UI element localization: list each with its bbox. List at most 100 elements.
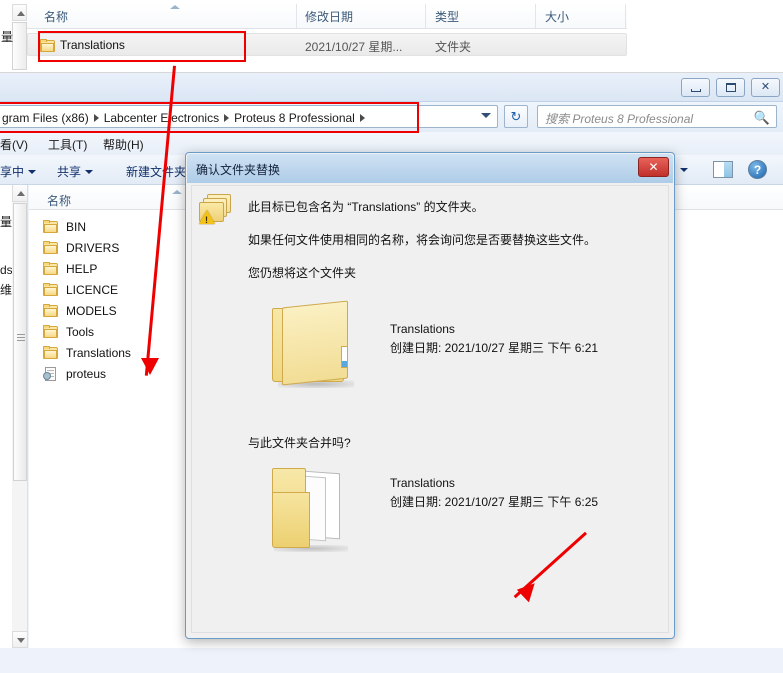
search-icon: 🔍 [753,110,770,125]
dialog-merge-question: 与此文件夹合并吗? [248,436,351,450]
menu-item-tools[interactable]: 工具(T) [48,136,87,153]
column-separator[interactable] [535,4,536,28]
list-item-label: BIN [66,220,87,234]
breadcrumb-item-labcenter[interactable]: Labcenter Electronics [101,111,222,125]
menu-item-help[interactable]: 帮助(H) [103,136,144,153]
list-item-label: MODELS [66,304,117,318]
list-item-label: proteus [66,367,107,381]
config-file-icon [43,366,59,382]
folder-icon [43,304,59,318]
chevron-down-icon[interactable] [680,168,688,172]
chevron-down-icon[interactable] [481,113,491,118]
triangle-up-icon [17,191,25,196]
source-folder-icon [260,296,356,390]
folder-icon [43,346,59,360]
minimize-icon [682,79,709,96]
window-titlebar: ✕ [0,73,783,102]
confirm-folder-replace-dialog: 确认文件夹替换 ✕ ! 此目标已包含名为 “Translations” 的文件夹… [185,152,675,639]
chevron-right-icon [359,113,365,122]
top-pane-scroll-up-button[interactable] [12,4,27,21]
folder-icon [43,325,59,339]
target-folder-name: Translations [390,476,455,490]
breadcrumb: gram Files (x86) Labcenter Electronics P… [0,109,367,126]
maximize-icon [717,79,744,96]
sort-ascending-icon [170,5,180,9]
list-item[interactable]: Tools [43,322,94,342]
source-folder-name: Translations [390,322,455,336]
list-item-label: Translations [66,346,131,360]
list-item[interactable]: LICENCE [43,280,118,300]
list-item-label: LICENCE [66,283,119,297]
close-button[interactable]: ✕ [751,78,780,97]
top-column-header-size[interactable]: 大小 [545,8,569,25]
dialog-close-button[interactable]: ✕ [638,157,669,177]
minimize-button[interactable] [681,78,710,97]
target-folder-date: 创建日期: 2021/10/27 星期三 下午 6:25 [390,495,599,509]
background-explorer-top-pane: 量 名称 修改日期 类型 大小 Translations 2021/10/27 … [0,0,783,73]
refresh-button[interactable]: ↻ [504,105,528,128]
folder-icon [43,241,59,255]
top-pane-folder-name: Translations [60,38,125,52]
list-item-proteus[interactable]: proteus [43,364,106,384]
triangle-up-icon [17,11,25,16]
list-item-label: DRIVERS [66,241,120,255]
file-list-column-header-name[interactable]: 名称 [47,192,71,209]
sort-ascending-icon [172,190,182,194]
navigation-scroll-down-button[interactable] [12,631,28,648]
help-button[interactable]: ? [748,160,767,179]
list-item[interactable]: HELP [43,259,97,279]
close-icon: ✕ [760,81,771,93]
top-column-header-date[interactable]: 修改日期 [305,8,353,25]
chevron-down-icon [85,170,94,174]
top-pane-folder-date: 2021/10/27 星期... [305,40,403,54]
list-item[interactable]: MODELS [43,301,117,321]
preview-pane-toggle-icon[interactable] [713,161,733,178]
navigation-pane: 量 ds 维 [0,185,13,648]
menu-item-view[interactable]: 看(V) [0,136,28,153]
top-pane-folder-type: 文件夹 [435,40,472,54]
column-separator[interactable] [296,4,297,28]
source-folder-date: 创建日期: 2021/10/27 星期三 下午 6:21 [390,341,599,355]
search-placeholder: 搜索 Proteus 8 Professional [545,112,694,126]
help-icon: ? [753,162,762,177]
chevron-right-icon [224,113,230,122]
navigation-scrollbar-thumb[interactable] [13,203,27,481]
command-new-folder[interactable]: 新建文件夹 [126,163,186,180]
breadcrumb-item-proteus[interactable]: Proteus 8 Professional [231,111,358,125]
dialog-title: 确认文件夹替换 [196,163,281,177]
command-include-in-library[interactable]: 享中 [0,163,37,180]
maximize-button[interactable] [716,78,745,97]
column-separator[interactable] [425,4,426,28]
top-column-header-type[interactable]: 类型 [435,8,459,25]
dialog-message-line-1: 此目标已包含名为 “Translations” 的文件夹。 [248,200,484,214]
folder-icon [43,262,59,276]
search-input[interactable]: 搜索 Proteus 8 Professional 🔍 [537,105,777,128]
dialog-titlebar[interactable]: 确认文件夹替换 ✕ [187,154,673,183]
command-share[interactable]: 共享 [57,163,94,180]
navigation-scroll-up-button[interactable] [12,185,28,202]
folder-icon [40,39,56,53]
breadcrumb-item-program-files[interactable]: gram Files (x86) [0,111,92,125]
refresh-icon: ↻ [510,108,522,124]
nav-fragment-3: 维 [0,283,13,297]
folder-icon [43,283,59,297]
dialog-message-line-2: 如果任何文件使用相同的名称，将会询问您是否要替换这些文件。 [248,233,597,247]
list-item-translations[interactable]: Translations [43,343,131,363]
dialog-message-line-3: 您仍想将这个文件夹 [248,266,357,280]
close-icon: ✕ [648,160,659,174]
folder-icon [43,220,59,234]
dialog-body: ! 此目标已包含名为 “Translations” 的文件夹。 如果任何文件使用… [191,185,669,633]
navigation-pane-scrollbar[interactable] [12,185,28,648]
list-item-label: Tools [66,325,95,339]
address-bar[interactable]: gram Files (x86) Labcenter Electronics P… [0,105,498,128]
address-bar-row: gram Files (x86) Labcenter Electronics P… [0,102,783,132]
top-pane-scrollbar-thumb[interactable] [12,22,27,70]
folder-conflict-warning-icon: ! [198,194,240,232]
chevron-right-icon [93,113,99,122]
scrollbar-grip-icon [17,334,25,341]
list-item[interactable]: DRIVERS [43,238,119,258]
list-item[interactable]: BIN [43,217,86,237]
top-pane-left-text-fragment: 量 [1,30,14,44]
top-column-header-name[interactable]: 名称 [44,8,68,25]
column-separator[interactable] [625,4,626,28]
